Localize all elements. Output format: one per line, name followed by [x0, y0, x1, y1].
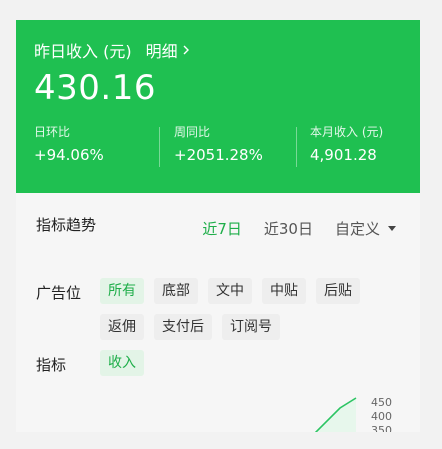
stat-value: 4,901.28	[310, 146, 377, 164]
detail-link-label: 明细	[145, 42, 178, 61]
stat-label: 本月收入 (元)	[310, 125, 384, 139]
chart-area	[316, 398, 356, 432]
yesterday-income-amount: 430.16	[34, 68, 156, 108]
y-tick-label: 400	[371, 410, 392, 423]
income-summary-header: 昨日收入 (元) 明细 430.16 日环比 +94.06% 周同比 +2051…	[16, 20, 420, 193]
trend-title: 指标趋势	[36, 216, 97, 234]
chart-lines	[314, 397, 357, 432]
stat-label: 周同比	[174, 125, 211, 139]
income-trend-chart: 450 400 350	[16, 392, 420, 432]
chip-ad-position-bottom[interactable]: 底部	[154, 278, 198, 304]
stat-divider	[159, 127, 160, 167]
custom-range-dropdown[interactable]: 自定义	[335, 218, 396, 239]
chip-ad-position-mid[interactable]: 中贴	[262, 278, 306, 304]
custom-range-label: 自定义	[334, 220, 380, 238]
stat-day-over-day: 日环比 +94.06%	[34, 123, 104, 175]
chip-ad-position-in-article[interactable]: 文中	[208, 278, 252, 304]
stat-value: +94.06%	[34, 146, 104, 164]
yesterday-income-title: 昨日收入 (元)	[34, 42, 132, 61]
chip-ad-position-subscription[interactable]: 订阅号	[222, 314, 280, 340]
stat-label: 日环比	[34, 125, 71, 139]
caret-down-icon	[388, 226, 396, 231]
chip-ad-position-all[interactable]: 所有	[100, 278, 144, 304]
chevron-right-icon	[183, 45, 189, 55]
metric-label: 指标	[36, 356, 67, 374]
tab-last-7-days[interactable]: 近7日	[202, 218, 242, 239]
app-screen: 昨日收入 (元) 明细 430.16 日环比 +94.06% 周同比 +2051…	[16, 20, 420, 432]
range-tabs: 近7日 近30日 自定义	[202, 218, 396, 239]
stat-divider	[296, 127, 297, 167]
ad-position-label: 广告位	[36, 284, 82, 302]
chip-ad-position-post[interactable]: 后贴	[316, 278, 360, 304]
stats-row: 日环比 +94.06% 周同比 +2051.28% 本月收入 (元) 4,901…	[16, 123, 420, 179]
chip-ad-position-after-payment[interactable]: 支付后	[154, 314, 212, 340]
detail-link[interactable]: 明细	[146, 38, 190, 62]
header-title-row: 昨日收入 (元) 明细	[34, 38, 190, 62]
stat-value: +2051.28%	[174, 146, 263, 164]
chip-ad-position-rebate[interactable]: 返佣	[100, 314, 144, 340]
y-tick-label: 450	[371, 396, 392, 409]
tab-last-30-days[interactable]: 近30日	[264, 218, 313, 239]
chip-metric-income[interactable]: 收入	[100, 350, 144, 376]
stat-month-income: 本月收入 (元) 4,901.28	[310, 123, 383, 175]
stat-week-over-week: 周同比 +2051.28%	[174, 123, 263, 175]
series-line	[314, 397, 357, 432]
y-tick-label: 350	[371, 424, 392, 432]
